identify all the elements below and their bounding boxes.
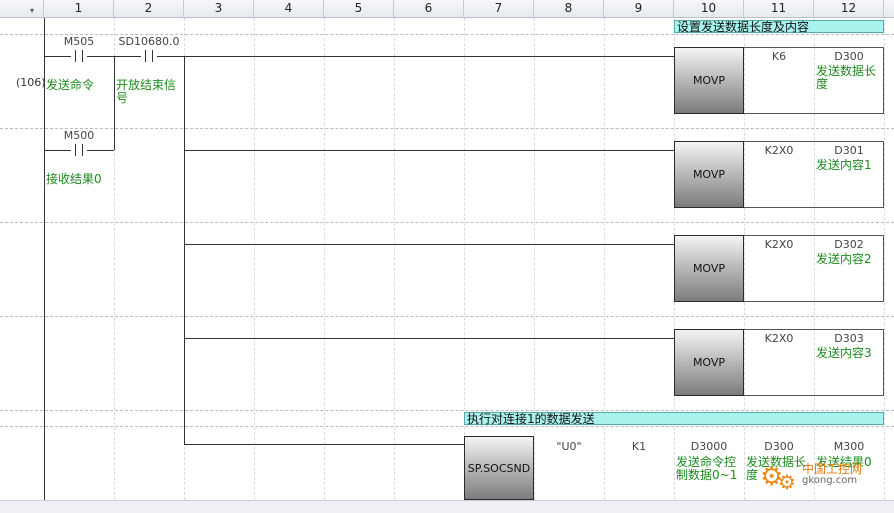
- contact-comment: 发送命令: [46, 78, 95, 92]
- destination-comment: 发送内容2: [816, 252, 872, 266]
- destination-comment: 发送内容3: [816, 346, 872, 360]
- source-operand[interactable]: K2X0: [744, 144, 814, 157]
- wire: [184, 444, 464, 445]
- grid-line: [884, 18, 885, 500]
- output-branch-wire: [184, 56, 185, 444]
- grid-line: [604, 18, 605, 500]
- source-operand[interactable]: K2X0: [744, 238, 814, 251]
- socsnd-comment-banner[interactable]: 执行对连接1的数据发送: [464, 412, 884, 426]
- no-contact-icon[interactable]: [71, 50, 87, 62]
- movp-instruction-block[interactable]: MOVP: [674, 235, 744, 302]
- destination-operand[interactable]: D302: [814, 238, 884, 251]
- column-header-4[interactable]: 4: [254, 0, 324, 17]
- contact-comment: 开放结束信号: [116, 78, 177, 105]
- source-operand[interactable]: K6: [744, 50, 814, 63]
- grid-line: [254, 18, 255, 500]
- destination-operand[interactable]: D300: [814, 50, 884, 63]
- movp-instruction-block[interactable]: MOVP: [674, 329, 744, 396]
- grid-line: [534, 18, 535, 500]
- rung-comment-banner[interactable]: 设置发送数据长度及内容: [674, 20, 884, 34]
- column-header-9[interactable]: 9: [604, 0, 674, 17]
- column-header-10[interactable]: 10: [674, 0, 744, 17]
- grid-line: [324, 18, 325, 500]
- column-header-7[interactable]: 7: [464, 0, 534, 17]
- movp-instruction-block[interactable]: MOVP: [674, 141, 744, 208]
- no-contact-icon[interactable]: [71, 144, 87, 156]
- gkong-watermark: ⚙ ⚙ 中国工控网 gkong.com: [760, 458, 880, 498]
- column-header-8[interactable]: 8: [534, 0, 604, 17]
- wire: [184, 56, 674, 57]
- row-separator: [0, 222, 894, 223]
- wire: [184, 244, 674, 245]
- socsnd-instruction-block[interactable]: SP.SOCSND: [464, 436, 534, 500]
- column-header-11[interactable]: 11: [744, 0, 814, 17]
- column-header-12[interactable]: 12: [814, 0, 884, 17]
- grid-line: [464, 18, 465, 500]
- column-header-6[interactable]: 6: [394, 0, 464, 17]
- column-header-1[interactable]: 1: [44, 0, 114, 17]
- row-separator: [0, 410, 894, 411]
- contact-device-label: M500: [63, 129, 95, 142]
- parallel-branch-wire: [114, 56, 115, 150]
- destination-comment: 发送数据长度: [816, 64, 877, 91]
- wire: [44, 56, 71, 57]
- no-contact-icon[interactable]: [141, 50, 157, 62]
- source-operand[interactable]: K2X0: [744, 332, 814, 345]
- left-power-rail: [44, 18, 45, 500]
- wire: [184, 338, 674, 339]
- contact-device-label: M505: [63, 35, 95, 48]
- wire: [184, 150, 674, 151]
- destination-operand[interactable]: D303: [814, 332, 884, 345]
- socsnd-operand-2[interactable]: K1: [604, 440, 674, 453]
- destination-comment: 发送内容1: [816, 158, 872, 172]
- dropdown-arrow-icon[interactable]: ▾: [30, 2, 34, 19]
- header-corner[interactable]: ▾: [0, 0, 44, 17]
- operand-comment: 发送命令控制数据0~1: [676, 455, 738, 482]
- wire: [44, 150, 71, 151]
- destination-operand[interactable]: D301: [814, 144, 884, 157]
- movp-instruction-block[interactable]: MOVP: [674, 47, 744, 114]
- row-separator: [0, 316, 894, 317]
- contact-device-label: SD10680.0: [118, 35, 180, 48]
- column-header-5[interactable]: 5: [324, 0, 394, 17]
- horizontal-scrollbar[interactable]: [0, 500, 894, 513]
- wire: [87, 150, 114, 151]
- wire: [114, 56, 141, 57]
- watermark-text-url: gkong.com: [802, 475, 858, 486]
- gear-icon: ⚙: [778, 470, 796, 494]
- row-separator: [0, 426, 894, 427]
- column-header-2[interactable]: 2: [114, 0, 184, 17]
- column-header-bar: ▾ 1 2 3 4 5 6 7 8 9 10 11 12: [0, 0, 894, 18]
- step-number: (106): [16, 76, 46, 89]
- socsnd-operand-1[interactable]: "U0": [534, 440, 604, 453]
- socsnd-operand-3[interactable]: D3000: [674, 440, 744, 453]
- grid-line: [394, 18, 395, 500]
- socsnd-operand-5[interactable]: M300: [814, 440, 884, 453]
- socsnd-operand-4[interactable]: D300: [744, 440, 814, 453]
- row-separator: [0, 128, 894, 129]
- wire: [87, 56, 114, 57]
- column-header-3[interactable]: 3: [184, 0, 254, 17]
- wire: [157, 56, 184, 57]
- contact-comment: 接收结果0: [46, 172, 102, 186]
